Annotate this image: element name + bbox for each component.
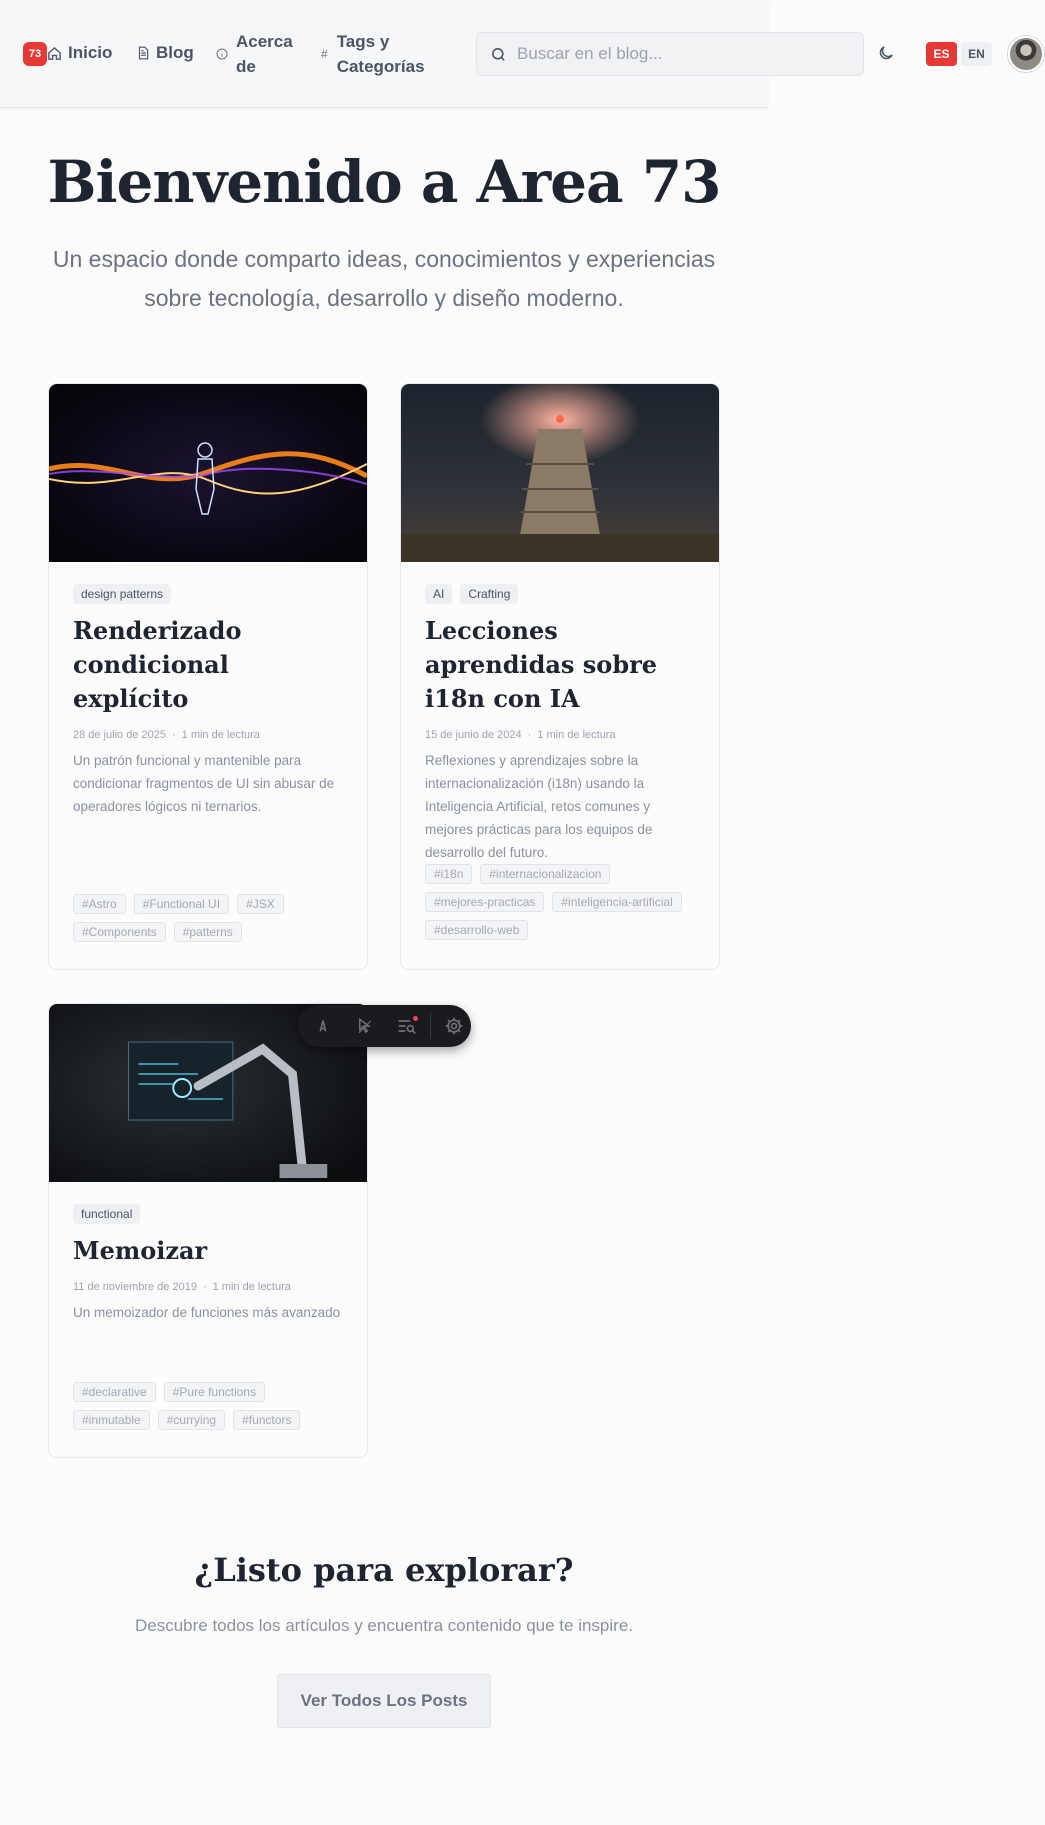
post-card[interactable]: design patterns Renderizado condicional … [48,383,368,970]
tag-chip[interactable]: #internacionalizacion [480,864,611,884]
moon-icon [879,46,893,60]
nav-blog-label: Blog [156,43,194,62]
post-card[interactable]: AI Crafting Lecciones aprendidas sobre i… [400,383,720,970]
tag-chip[interactable]: #currying [157,1410,226,1430]
tag-chip[interactable]: #Pure functions [163,1382,266,1402]
hash-icon: # [321,46,328,61]
theme-toggle-button[interactable] [877,44,899,66]
post-title[interactable]: Memoizar [73,1234,343,1268]
nav-blog-link[interactable]: Blog [136,43,194,63]
nav-tags-label-line2: Categorías [336,57,425,76]
site-logo[interactable]: 73 [23,42,47,66]
tag-chip[interactable]: #Components [73,922,166,942]
nav-about-label-line2: de [236,57,256,76]
post-date: 11 de noviembre de 2019 [73,1281,197,1293]
language-es-button[interactable]: ES [926,42,957,66]
category-badge[interactable]: Crafting [460,584,519,604]
category-badge[interactable]: functional [73,1204,141,1224]
post-cover-image [49,384,367,562]
post-meta: 15 de junio de 2024 · 1 min de lectura [425,729,616,741]
post-description: Un patrón funcional y mantenible para co… [73,753,335,814]
post-tags: #Astro #Functional UI #JSX #Components #… [73,894,347,942]
search-box[interactable] [476,32,864,76]
search-icon [492,47,505,61]
page-subtitle: Un espacio donde comparto ideas, conocim… [52,246,716,311]
post-tags: #i18n #internacionalizacion #mejores-pra… [425,864,699,940]
post-date: 15 de junio de 2024 [425,729,522,741]
view-all-posts-button[interactable]: Ver Todos Los Posts [277,1674,491,1728]
post-description: Reflexiones y aprendizajes sobre la inte… [425,753,653,860]
home-icon [48,46,61,60]
tag-chip[interactable]: #mejores-practicas [425,892,545,912]
tag-chip[interactable]: #functors [233,1410,301,1430]
tag-chip[interactable]: #inmutable [73,1410,150,1430]
post-title[interactable]: Lecciones aprendidas sobre i18n con IA [425,614,695,716]
post-cover-image [401,384,719,562]
post-read-time: 1 min de lectura [181,729,260,741]
nav-tags-label-line1: Tags y [336,32,390,51]
post-read-time: 1 min de lectura [537,729,616,741]
language-en-button[interactable]: EN [961,42,992,66]
post-card[interactable]: functional Memoizar 11 de noviembre de 2… [48,1003,368,1458]
post-categories: functional [73,1204,343,1224]
nav-about-label-line1: Acerca [236,32,293,51]
nav-home-link[interactable]: Inicio [47,43,112,63]
document-icon [138,46,149,60]
dev-toolbar [298,1005,471,1047]
audit-list-icon[interactable] [396,1015,418,1037]
post-meta: 28 de julio de 2025 · 1 min de lectura [73,729,260,741]
tag-chip[interactable]: #Astro [73,894,126,914]
inspect-cursor-icon[interactable] [354,1015,376,1037]
nav-about-link[interactable]: Acerca de [216,29,293,79]
tag-chip[interactable]: #inteligencia-artificial [552,892,682,912]
post-categories: design patterns [73,584,343,604]
search-input[interactable] [517,44,837,64]
site-header: 73 Inicio Blog Acerca de # Tags y Catego… [0,0,864,108]
category-badge[interactable]: AI [425,584,453,604]
info-icon [216,48,228,60]
nav-tags-link[interactable]: # Tags y Categorías [321,29,425,79]
tag-chip[interactable]: #desarrollo-web [425,920,529,940]
cta-title: ¿Listo para explorar? [194,1551,574,1589]
category-badge[interactable]: design patterns [73,584,172,604]
post-date: 28 de julio de 2025 [73,729,166,741]
tag-chip[interactable]: #declarative [73,1382,156,1402]
cta-subtitle: Descubre todos los artículos y encuentra… [134,1616,633,1635]
tag-chip[interactable]: #Functional UI [133,894,230,914]
post-read-time: 1 min de lectura [212,1281,291,1293]
post-title[interactable]: Renderizado condicional explícito [73,614,343,716]
tag-chip[interactable]: #i18n [425,864,473,884]
astro-logo-icon[interactable] [312,1015,334,1037]
nav-home-label: Inicio [68,43,113,62]
notification-dot [413,1016,418,1021]
toolbar-divider [430,1013,431,1039]
post-description: Un memoizador de funciones más avanzado [73,1305,341,1320]
tag-chip[interactable]: #patterns [173,922,242,942]
page-title: Bienvenido a Area 73 [47,148,721,216]
post-meta: 11 de noviembre de 2019 · 1 min de lectura [73,1281,291,1293]
avatar[interactable] [1008,36,1044,72]
tag-chip[interactable]: #JSX [237,894,284,914]
post-categories: AI Crafting [425,584,695,604]
settings-gear-icon[interactable] [443,1015,465,1037]
post-tags: #declarative #Pure functions #inmutable … [73,1382,347,1430]
